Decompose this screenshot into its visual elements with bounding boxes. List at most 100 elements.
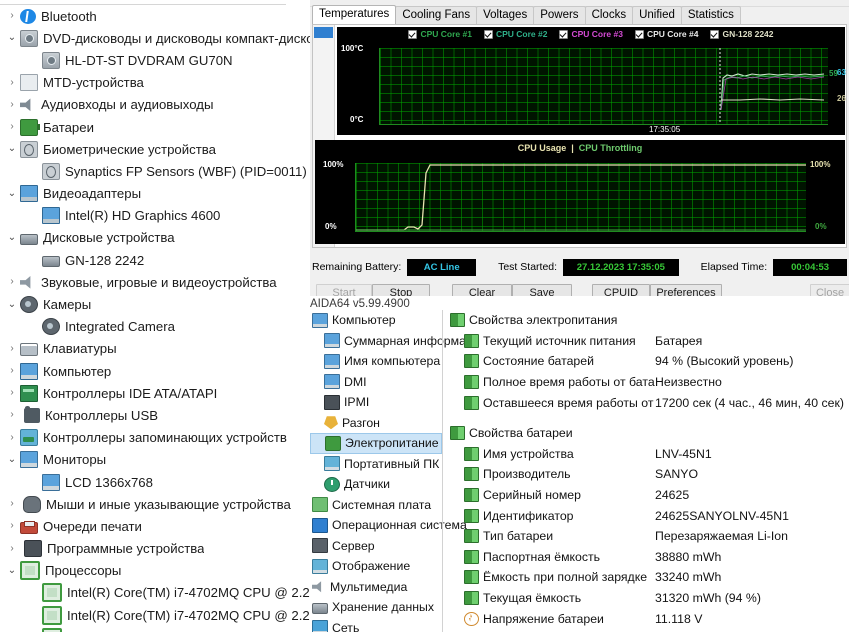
- aida64-tree-item[interactable]: Суммарная информаци: [310, 331, 480, 352]
- aida64-tree-item[interactable]: DMI: [310, 372, 442, 393]
- detail-value: 38880 mWh: [655, 549, 722, 564]
- aida64-tree-item[interactable]: Портативный ПК: [310, 454, 442, 475]
- legend-item[interactable]: CPU Core #4: [634, 29, 699, 39]
- detail-key: Паспортная ёмкость: [483, 549, 601, 564]
- legend-item[interactable]: CPU Core #3: [559, 29, 623, 39]
- device-tree-item[interactable]: › Аудиовходы и аудиовыходы: [0, 94, 310, 116]
- chevron-down-icon[interactable]: ⌄: [4, 144, 20, 154]
- device-tree-item-label: Intel(R) Core(TM) i7-4702MQ CPU @ 2.20GH…: [67, 607, 310, 623]
- tab-cooling-fans[interactable]: Cooling Fans: [395, 6, 478, 24]
- device-tree-item[interactable]: › Звуковые, игровые и видеоустройства: [0, 271, 310, 293]
- aida64-tree-item[interactable]: Сеть: [310, 618, 442, 632]
- device-tree-item[interactable]: ⌄ Видеоадаптеры: [0, 183, 310, 205]
- computer-icon: [20, 362, 38, 380]
- device-tree-item[interactable]: › MTD-устройства: [0, 72, 310, 94]
- device-tree-item[interactable]: › Батареи: [0, 116, 310, 138]
- device-tree-item[interactable]: › Bluetooth: [0, 5, 310, 27]
- device-tree-item[interactable]: › Компьютер: [0, 360, 310, 382]
- device-tree-item[interactable]: ⌄ Биометрические устройства: [0, 138, 310, 160]
- tab-voltages[interactable]: Voltages: [476, 6, 535, 24]
- legend-checkbox-icon[interactable]: [408, 29, 418, 39]
- tab-temperatures[interactable]: Temperatures: [312, 5, 397, 24]
- legend-item[interactable]: CPU Core #2: [483, 29, 547, 39]
- sensor-list-selected-item[interactable]: [314, 27, 333, 38]
- aida64-pane-divider[interactable]: [442, 310, 443, 632]
- aida64-tree-item[interactable]: Электропитание: [310, 433, 442, 454]
- chevron-right-icon[interactable]: ›: [4, 77, 20, 88]
- device-tree-item[interactable]: HL-DT-ST DVDRAM GU70N: [0, 49, 310, 71]
- device-tree-item-label: Synaptics FP Sensors (WBF) (PID=0011): [65, 163, 307, 179]
- device-tree-item[interactable]: ⌄ Мониторы: [0, 449, 310, 471]
- tab-statistics[interactable]: Statistics: [680, 6, 741, 24]
- device-tree-item[interactable]: › Контроллеры USB: [0, 404, 310, 426]
- device-tree-item[interactable]: › Очереди печати: [0, 515, 310, 537]
- aida64-navigation-tree[interactable]: Компьютер Суммарная информаци Имя компьюте…: [310, 310, 480, 632]
- chevron-right-icon[interactable]: ›: [4, 277, 20, 287]
- aida64-tree-item[interactable]: Хранение данных: [310, 597, 442, 618]
- device-tree-item[interactable]: › Контроллеры запоминающих устройств: [0, 427, 310, 449]
- chevron-right-icon[interactable]: ›: [4, 122, 20, 132]
- chevron-down-icon[interactable]: ⌄: [4, 565, 20, 576]
- chevron-right-icon[interactable]: ›: [4, 11, 20, 21]
- device-tree-item[interactable]: Synaptics FP Sensors (WBF) (PID=0011): [0, 160, 310, 182]
- legend-item[interactable]: CPU Core #1: [408, 29, 472, 39]
- device-tree-item[interactable]: Intel(R) Core(TM) i7-4702MQ CPU @ 2.20GH…: [0, 582, 310, 604]
- device-tree-item[interactable]: Intel(R) HD Graphics 4600: [0, 205, 310, 227]
- device-tree-item[interactable]: Integrated Camera: [0, 316, 310, 338]
- aida64-tree-item[interactable]: Датчики: [310, 474, 442, 495]
- device-tree-item[interactable]: ⌄ Процессоры: [0, 560, 310, 582]
- device-tree-item[interactable]: Intel(R) Core(TM) i7-4702MQ CPU @ 2.20GH…: [0, 626, 310, 632]
- device-tree-item[interactable]: › Программные устройства: [0, 538, 310, 560]
- legend-checkbox-icon[interactable]: [710, 29, 720, 39]
- device-tree[interactable]: › Bluetooth ⌄ DVD-дисководы и дисководы ком…: [0, 5, 310, 632]
- aida64-tree-item[interactable]: Системная плата: [310, 495, 442, 516]
- detail-value: LNV-45N1: [655, 446, 712, 461]
- chevron-right-icon[interactable]: ›: [4, 410, 20, 420]
- aida64-tree-item[interactable]: Разгон: [310, 413, 442, 434]
- tab-unified[interactable]: Unified: [632, 6, 682, 24]
- device-tree-item[interactable]: Intel(R) Core(TM) i7-4702MQ CPU @ 2.20GH…: [0, 604, 310, 626]
- monitor-graph-area: CPU Core #1 CPU Core #2 CPU Core #3 CPU Cor…: [312, 24, 847, 248]
- chevron-right-icon[interactable]: ›: [4, 99, 20, 110]
- chevron-down-icon[interactable]: ⌄: [4, 33, 20, 43]
- legend-checkbox-icon[interactable]: [483, 29, 493, 39]
- detail-key: Текущая ёмкость: [483, 591, 582, 606]
- legend-item[interactable]: GN-128 2242: [710, 29, 774, 39]
- legend-checkbox-icon[interactable]: [559, 29, 569, 39]
- device-tree-item[interactable]: › Клавиатуры: [0, 338, 310, 360]
- chevron-right-icon[interactable]: ›: [4, 543, 20, 554]
- chevron-right-icon[interactable]: ›: [4, 432, 20, 443]
- legend-item-label: CPU Core #4: [646, 29, 699, 39]
- chevron-right-icon[interactable]: ›: [4, 499, 20, 509]
- chevron-right-icon[interactable]: ›: [4, 343, 20, 354]
- monitor-tab-bar[interactable]: Temperatures Cooling Fans Voltages Powers Cl…: [312, 5, 741, 24]
- chevron-right-icon[interactable]: ›: [4, 521, 20, 531]
- legend-checkbox-icon[interactable]: [634, 29, 644, 39]
- aida64-tree-item[interactable]: Имя компьютера: [310, 351, 442, 372]
- chevron-down-icon[interactable]: ⌄: [4, 232, 20, 243]
- aida64-tree-item[interactable]: Сервер: [310, 536, 442, 557]
- device-tree-item[interactable]: › Мыши и иные указывающие устройства: [0, 493, 310, 515]
- tab-powers[interactable]: Powers: [533, 6, 586, 24]
- aida64-tree-item[interactable]: IPMI: [310, 392, 442, 413]
- detail-key: Производитель: [483, 467, 571, 482]
- aida64-tree-item[interactable]: Операционная система: [310, 515, 467, 536]
- chevron-down-icon[interactable]: ⌄: [4, 188, 20, 199]
- device-tree-item[interactable]: ⌄ DVD-дисководы и дисководы компакт-диско…: [0, 27, 310, 49]
- device-tree-item[interactable]: GN-128 2242: [0, 249, 310, 271]
- chevron-down-icon[interactable]: ⌄: [4, 454, 20, 465]
- device-tree-item[interactable]: › Контроллеры IDE ATA/ATAPI: [0, 382, 310, 404]
- aida64-tree-item[interactable]: Отображение: [310, 556, 442, 577]
- aida64-tree-item[interactable]: Мультимедиа: [310, 577, 442, 598]
- device-tree-item[interactable]: ⌄ Дисковые устройства: [0, 227, 310, 249]
- device-tree-item-label: Видеоадаптеры: [43, 186, 142, 202]
- chevron-down-icon[interactable]: ⌄: [4, 299, 20, 310]
- aida64-tree-item[interactable]: Компьютер: [310, 310, 442, 331]
- device-tree-item[interactable]: ⌄ Камеры: [0, 293, 310, 315]
- chevron-right-icon[interactable]: ›: [4, 366, 20, 376]
- temperature-legend[interactable]: CPU Core #1 CPU Core #2 CPU Core #3 CPU Cor…: [337, 29, 845, 39]
- cpu-usage-graph: CPU Usage | CPU Throttling 100% 0% 100% …: [315, 140, 845, 244]
- chevron-right-icon[interactable]: ›: [4, 388, 20, 398]
- tab-clocks[interactable]: Clocks: [584, 6, 634, 24]
- device-tree-item[interactable]: LCD 1366x768: [0, 471, 310, 493]
